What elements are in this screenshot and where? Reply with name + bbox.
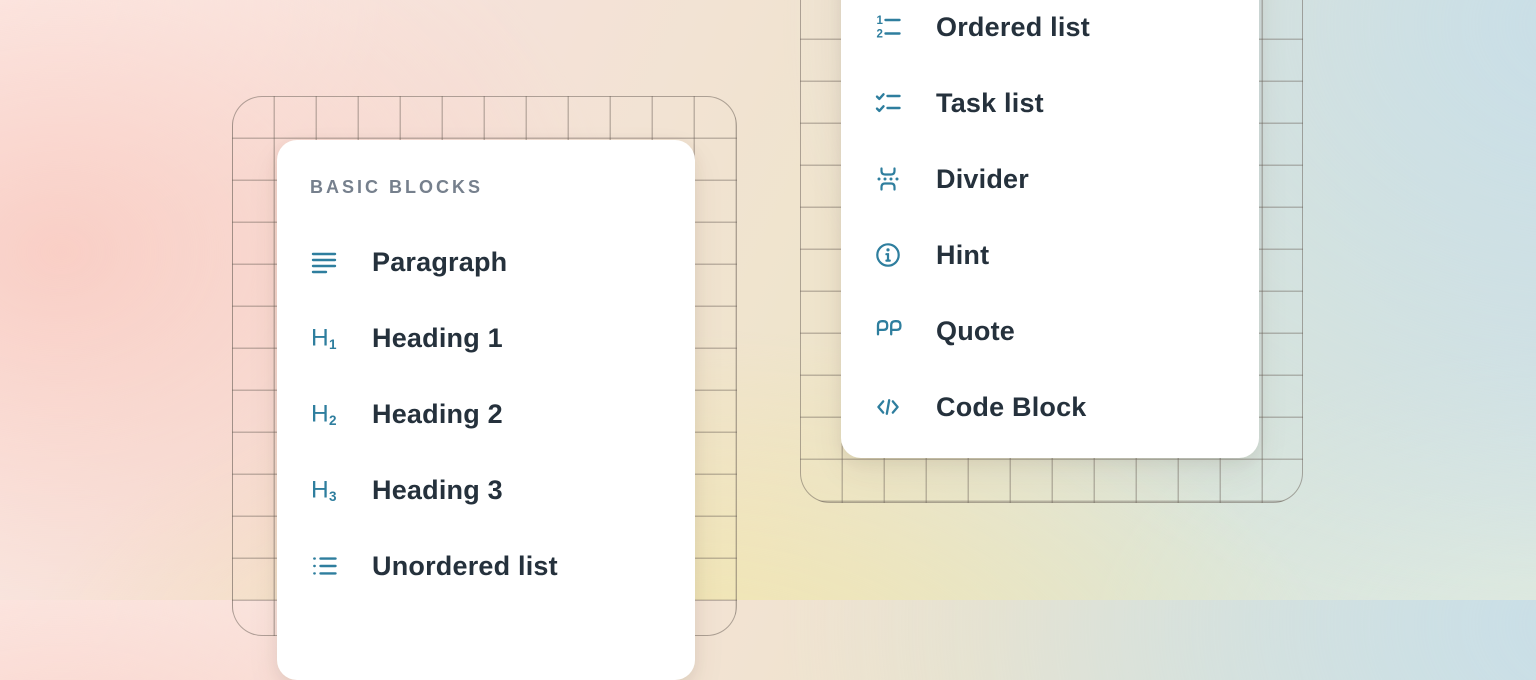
more-blocks-menu-card: 1 2 Ordered list Task list Divider Hint … [841, 0, 1259, 458]
code-block-icon [873, 393, 903, 421]
menu-item-heading-2[interactable]: H 2 Heading 2 [277, 376, 695, 452]
menu-item-paragraph[interactable]: Paragraph [277, 224, 695, 300]
item-label: Heading 1 [372, 323, 503, 354]
item-label: Heading 2 [372, 399, 503, 430]
heading-3-icon: H 3 [309, 476, 339, 504]
quote-icon [873, 317, 903, 345]
item-label: Code Block [936, 392, 1087, 423]
svg-text:H: H [311, 477, 329, 504]
basic-blocks-list: Paragraph H 1 Heading 1 H 2 Heading 2 H … [277, 224, 695, 604]
menu-item-quote[interactable]: Quote [841, 293, 1259, 369]
menu-item-task-list[interactable]: Task list [841, 65, 1259, 141]
menu-item-divider[interactable]: Divider [841, 141, 1259, 217]
ordered-list-icon: 1 2 [873, 13, 903, 41]
item-label: Heading 3 [372, 475, 503, 506]
task-list-icon [873, 89, 903, 117]
item-label: Paragraph [372, 247, 507, 278]
heading-1-icon: H 1 [309, 324, 339, 352]
menu-item-heading-1[interactable]: H 1 Heading 1 [277, 300, 695, 376]
item-label: Hint [936, 240, 989, 271]
item-label: Task list [936, 88, 1044, 119]
svg-text:1: 1 [877, 15, 884, 27]
basic-blocks-menu-card: BASIC BLOCKS Paragraph H 1 Heading 1 H 2… [277, 140, 695, 680]
item-label: Quote [936, 316, 1015, 347]
svg-text:H: H [311, 401, 329, 428]
svg-text:2: 2 [877, 29, 883, 41]
svg-text:1: 1 [329, 337, 337, 352]
unordered-list-icon [309, 552, 339, 580]
menu-item-ordered-list[interactable]: 1 2 Ordered list [841, 0, 1259, 65]
item-label: Ordered list [936, 12, 1090, 43]
menu-item-heading-3[interactable]: H 3 Heading 3 [277, 452, 695, 528]
divider-icon [873, 165, 903, 193]
item-label: Divider [936, 164, 1029, 195]
hint-icon [873, 241, 903, 269]
section-header: BASIC BLOCKS [310, 176, 695, 198]
svg-text:H: H [311, 325, 329, 352]
menu-item-unordered-list[interactable]: Unordered list [277, 528, 695, 604]
item-label: Unordered list [372, 551, 558, 582]
paragraph-icon [309, 248, 339, 276]
svg-text:2: 2 [329, 413, 337, 428]
menu-item-hint[interactable]: Hint [841, 217, 1259, 293]
menu-item-code-block[interactable]: Code Block [841, 369, 1259, 445]
heading-2-icon: H 2 [309, 400, 339, 428]
hero-canvas: { "colors": { "icon_teal": "#2E7E9E", "l… [0, 0, 1536, 600]
svg-text:3: 3 [329, 489, 337, 504]
more-blocks-list: 1 2 Ordered list Task list Divider Hint … [841, 0, 1259, 445]
